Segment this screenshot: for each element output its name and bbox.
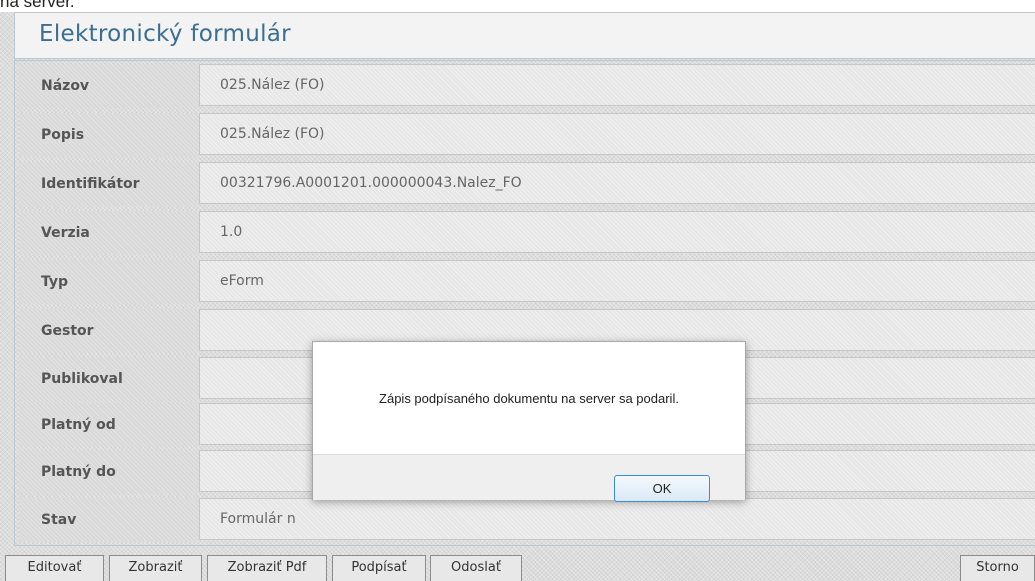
edit-button[interactable]: Editovať [5, 555, 104, 581]
field-row-popis: Popis 025.Nález (FO) [15, 113, 1035, 157]
field-label: Popis [19, 113, 199, 157]
page-title: Elektronický formulár [39, 21, 291, 47]
field-value: 00321796.A0001201.000000043.Nalez_FO [199, 162, 1035, 204]
field-label: Identifikátor [19, 162, 199, 206]
field-label: Platný do [19, 450, 199, 494]
cancel-button[interactable]: Storno [960, 555, 1035, 581]
dialog-message: Zápis podpísaného dokumentu na server sa… [379, 390, 679, 406]
field-value: eForm [199, 260, 1035, 302]
field-row-nazov: Názov 025.Nález (FO) [15, 64, 1035, 108]
field-label: Názov [19, 64, 199, 108]
show-button[interactable]: Zobraziť [109, 555, 202, 581]
field-row-verzia: Verzia 1.0 [15, 211, 1035, 255]
field-label: Stav [19, 498, 199, 542]
field-label: Verzia [19, 211, 199, 255]
field-label: Platný od [19, 403, 199, 447]
field-label: Typ [19, 260, 199, 304]
show-pdf-button[interactable]: Zobraziť Pdf [207, 555, 327, 581]
field-value: Formulár n [199, 498, 1035, 540]
field-value: 1.0 [199, 211, 1035, 253]
field-value: 025.Nález (FO) [199, 113, 1035, 155]
field-row-stav: Stav Formulár n [15, 498, 1035, 542]
field-label: Publikoval [19, 357, 199, 401]
field-row-typ: Typ eForm [15, 260, 1035, 304]
alert-dialog: Zápis podpísaného dokumentu na server sa… [312, 341, 746, 502]
cropped-top-text: na server. [0, 0, 75, 11]
field-label: Gestor [19, 309, 199, 353]
send-button[interactable]: Odoslať [430, 555, 522, 581]
sign-button[interactable]: Podpísať [332, 555, 426, 581]
field-row-identifikator: Identifikátor 00321796.A0001201.00000004… [15, 162, 1035, 206]
field-value: 025.Nález (FO) [199, 64, 1035, 106]
ok-button[interactable]: OK [614, 475, 710, 502]
form-header: Elektronický formulár [14, 12, 1035, 59]
action-toolbar: Editovať Zobraziť Zobraziť Pdf Podpísať … [5, 555, 1035, 581]
dialog-footer: OK [313, 454, 745, 502]
